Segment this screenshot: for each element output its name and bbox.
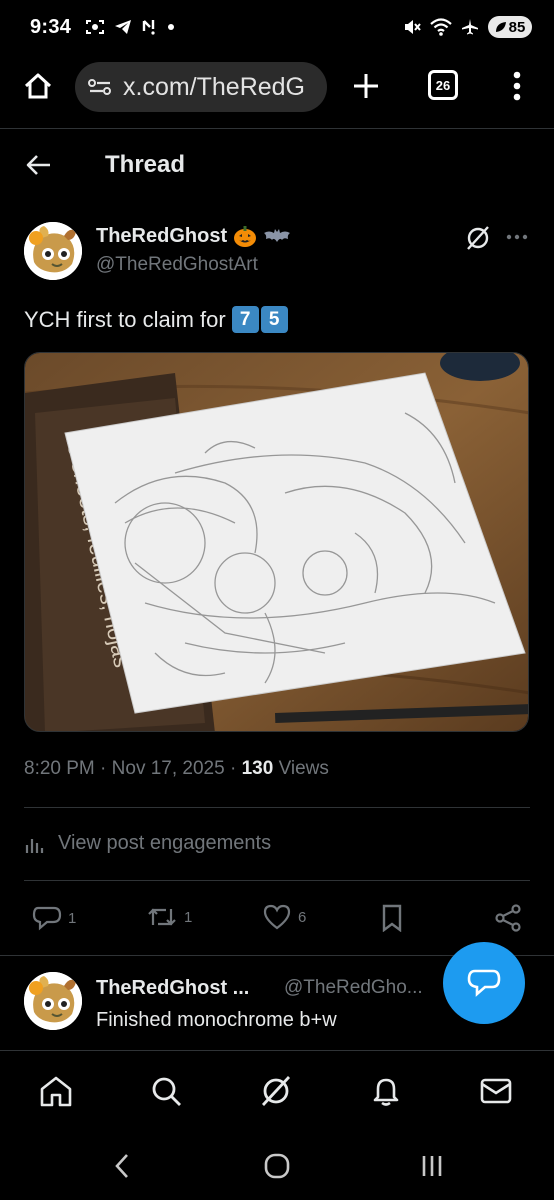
battery-saver-icon: [495, 22, 506, 32]
browser-home-button[interactable]: [18, 66, 58, 106]
like-count: 6: [298, 908, 307, 926]
avatar[interactable]: [24, 222, 82, 280]
repost-button[interactable]: 1: [146, 904, 192, 930]
mail-icon: [480, 1078, 512, 1104]
home-icon: [40, 1076, 72, 1107]
post-actions: 1 1 6: [0, 904, 554, 938]
site-settings-icon[interactable]: [87, 77, 113, 97]
grok-icon: [467, 226, 489, 250]
back-arrow-icon: [26, 155, 50, 175]
bottom-navigation: [0, 1050, 554, 1128]
divider: [24, 880, 530, 881]
share-button[interactable]: [494, 904, 522, 932]
status-notification-icons: [85, 18, 175, 36]
bookmark-button[interactable]: [380, 904, 404, 932]
divider: [24, 807, 530, 808]
post-image[interactable]: 15 sheets, feuilles, hojas: [24, 352, 529, 732]
bat-icon: [263, 226, 291, 246]
reply-author-handle[interactable]: @TheRedGho...: [284, 977, 423, 999]
reply-button[interactable]: 1: [32, 904, 76, 932]
post-time: 8:20 PM: [24, 758, 95, 779]
nav-notifications[interactable]: [366, 1071, 406, 1111]
bell-icon: [373, 1078, 399, 1106]
share-icon: [495, 904, 521, 932]
nav-messages[interactable]: [476, 1071, 516, 1111]
system-back-button[interactable]: [102, 1146, 142, 1186]
bookmark-icon: [382, 904, 402, 932]
reply-icon: [32, 906, 62, 931]
nav-search[interactable]: [146, 1071, 186, 1111]
system-home-button[interactable]: [257, 1146, 297, 1186]
view-engagements-label[interactable]: View post engagements: [58, 832, 271, 855]
status-bar: 9:34 85: [0, 0, 554, 54]
reply-count: 1: [68, 909, 77, 927]
back-button[interactable]: [22, 148, 56, 182]
browser-menu-button[interactable]: [500, 68, 534, 104]
status-system-icons: 85: [403, 16, 532, 38]
post-text-content: YCH first to claim for: [24, 306, 226, 332]
toolbar-divider: [0, 128, 554, 129]
new-tab-button[interactable]: [348, 68, 384, 104]
reply-avatar[interactable]: [24, 972, 82, 1030]
dot-icon: [168, 24, 175, 30]
system-navigation-bar: [0, 1128, 554, 1200]
grok-button[interactable]: [462, 222, 494, 254]
nav-grok[interactable]: [256, 1071, 296, 1111]
post-date: Nov 17, 2025: [111, 758, 225, 779]
grok-icon: [261, 1076, 291, 1106]
pencil-sketch-photo: 15 sheets, feuilles, hojas: [25, 353, 528, 731]
home-icon: [24, 73, 52, 99]
ghost-character-avatar-icon: [24, 222, 82, 280]
view-engagements-link[interactable]: View post engagements: [24, 832, 271, 855]
wifi-icon: [430, 18, 452, 36]
missed-call-icon: [141, 18, 159, 36]
post-text: YCH first to claim for 75: [24, 306, 288, 333]
telegram-icon: [114, 19, 132, 35]
views-label: Views: [278, 758, 329, 779]
tab-switcher-button[interactable]: 26: [428, 70, 458, 100]
more-vertical-icon: [513, 71, 521, 101]
url-text[interactable]: x.com/TheRedG: [123, 73, 305, 102]
reply-bubble-icon: [467, 969, 501, 997]
meta-separator: ·: [100, 758, 112, 779]
recents-icon: [422, 1156, 442, 1176]
jack-o-lantern-icon: [233, 224, 257, 248]
search-icon: [152, 1077, 181, 1106]
page-title: Thread: [105, 151, 186, 178]
airplane-icon: [461, 18, 479, 36]
author-handle[interactable]: @TheRedGhostArt: [96, 254, 258, 276]
browser-toolbar: x.com/TheRedG 26: [0, 54, 554, 120]
status-time: 9:34: [30, 15, 72, 38]
keycap-five-emoji: 5: [260, 306, 288, 333]
plus-icon: [354, 74, 378, 98]
views-count: 130: [241, 758, 274, 779]
author-name-text[interactable]: TheRedGhost: [96, 225, 227, 248]
analytics-icon: [25, 838, 44, 853]
author-name[interactable]: TheRedGhost: [96, 224, 291, 248]
meta-separator: ·: [229, 758, 242, 779]
mute-icon: [403, 18, 421, 36]
keycap-seven-emoji: 7: [231, 306, 259, 333]
like-button[interactable]: 6: [262, 904, 306, 930]
circle-home-icon: [264, 1153, 290, 1179]
reply-author-name[interactable]: TheRedGhost ...: [96, 977, 249, 1000]
ghost-character-avatar-icon: [24, 972, 82, 1030]
post-more-button[interactable]: [502, 222, 532, 252]
compose-reply-button[interactable]: [443, 942, 525, 1024]
url-bar[interactable]: x.com/TheRedG: [75, 62, 327, 112]
system-recents-button[interactable]: [412, 1146, 452, 1186]
battery-indicator: 85: [488, 16, 532, 38]
more-horizontal-icon: [506, 234, 528, 240]
thread-header: Thread: [0, 134, 554, 196]
heart-icon: [263, 904, 291, 930]
post-meta: 8:20 PM · Nov 17, 2025 · 130 Views: [24, 758, 329, 780]
repost-icon: [148, 908, 176, 926]
chevron-left-icon: [115, 1154, 128, 1178]
repost-count: 1: [184, 908, 193, 926]
nav-home[interactable]: [36, 1071, 76, 1111]
screenshot-icon: [85, 18, 105, 36]
battery-level: 85: [508, 18, 526, 36]
reply-text: Finished monochrome b+w: [96, 1009, 337, 1031]
